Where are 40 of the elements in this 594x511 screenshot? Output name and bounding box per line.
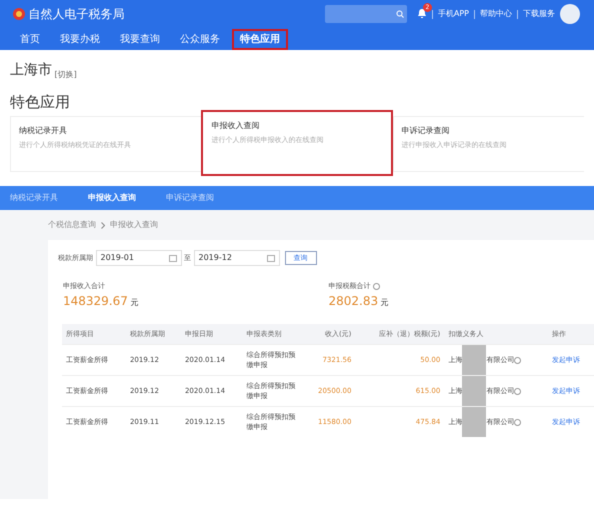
redaction-block bbox=[462, 376, 486, 406]
sub-tab[interactable]: 申诉记录查阅 bbox=[166, 192, 214, 204]
currency-unit: 元 bbox=[130, 296, 138, 308]
sub-tab[interactable]: 申报收入查询 bbox=[88, 192, 136, 204]
date-field[interactable]: 2019-12 bbox=[194, 250, 280, 266]
redaction-block bbox=[462, 345, 486, 375]
search-field[interactable] bbox=[324, 5, 407, 23]
nav-tab[interactable]: 特色应用 bbox=[232, 29, 288, 50]
calendar-icon bbox=[266, 254, 274, 262]
info-icon bbox=[514, 356, 522, 364]
header-link[interactable]: 下载服务 bbox=[523, 8, 555, 20]
info-icon bbox=[514, 388, 522, 394]
chevron-right-icon bbox=[101, 222, 105, 228]
header-link[interactable]: 手机APP bbox=[438, 8, 469, 20]
emblem-icon bbox=[12, 7, 26, 21]
header-link[interactable]: 帮助中心 bbox=[480, 8, 512, 20]
total-value: 148329.67 bbox=[63, 292, 128, 310]
app-title: 申报收入查阅 bbox=[211, 120, 260, 132]
bell-icon[interactable] bbox=[416, 8, 427, 20]
currency-unit: 元 bbox=[380, 296, 389, 308]
city-name: 上海市 bbox=[10, 61, 52, 80]
nav-tab[interactable]: 我要办税 bbox=[52, 29, 108, 50]
section-title: 特色应用 bbox=[10, 92, 71, 113]
nav-tab[interactable]: 公众服务 bbox=[172, 29, 228, 50]
nav-tab[interactable]: 首页 bbox=[12, 29, 48, 50]
calendar-icon bbox=[168, 254, 176, 262]
app-title: 纳税记录开具 bbox=[19, 125, 68, 137]
total-value: 2802.83 bbox=[328, 292, 378, 310]
switch-link[interactable]: [切换] bbox=[54, 69, 77, 81]
breadcrumb-item: 申报收入查询 bbox=[110, 219, 158, 231]
nav-tab[interactable]: 我要查询 bbox=[112, 29, 168, 50]
avatar[interactable] bbox=[560, 4, 580, 24]
redaction-block bbox=[462, 407, 486, 437]
breadcrumb-item[interactable]: 个税信息查询 bbox=[48, 219, 96, 231]
site-title: 自然人电子税务局 bbox=[28, 6, 124, 23]
info-icon bbox=[514, 418, 522, 426]
search-icon bbox=[396, 10, 404, 18]
app-title: 申诉记录查阅 bbox=[402, 125, 451, 137]
date-field[interactable]: 2019-01 bbox=[96, 250, 182, 266]
sub-tab[interactable]: 纳税记录开具 bbox=[10, 192, 58, 204]
